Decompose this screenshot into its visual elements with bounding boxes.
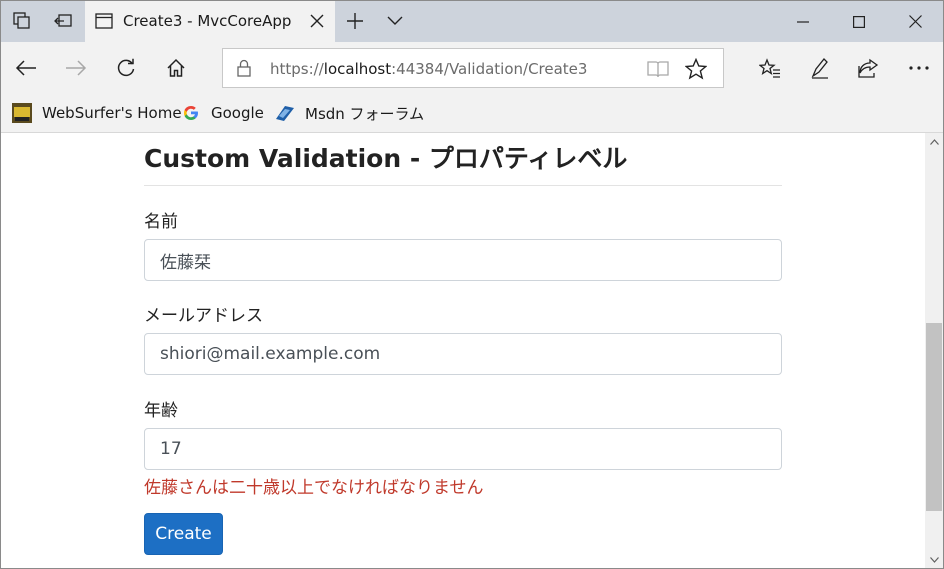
email-label: メールアドレス xyxy=(144,306,263,326)
home-icon[interactable] xyxy=(162,54,190,82)
lock-icon[interactable] xyxy=(235,59,253,77)
scrollbar-thumb[interactable] xyxy=(926,323,942,511)
favorite-msdn[interactable]: Msdn フォーラム xyxy=(275,102,424,124)
divider xyxy=(144,185,782,186)
title-bar: Create3 - MvcCoreApp xyxy=(1,1,943,42)
back-arrow-icon[interactable] xyxy=(12,54,40,82)
reading-view-icon[interactable] xyxy=(647,59,669,79)
set-tabs-aside-icon[interactable] xyxy=(51,9,75,33)
name-label: 名前 xyxy=(144,212,178,232)
websurfer-favicon-icon xyxy=(12,103,32,123)
tab-close-icon[interactable] xyxy=(307,11,327,31)
close-window-button[interactable] xyxy=(887,1,943,42)
vertical-scrollbar[interactable] xyxy=(925,133,943,568)
msdn-favicon-icon xyxy=(275,103,295,123)
name-input[interactable] xyxy=(144,239,782,281)
browser-window: Create3 - MvcCoreApp https://localhost:4… xyxy=(0,0,944,569)
favorite-star-icon[interactable] xyxy=(684,57,708,80)
favorite-google[interactable]: Google xyxy=(181,102,264,124)
url-host: localhost xyxy=(323,60,392,78)
more-menu-icon[interactable] xyxy=(905,54,933,82)
minimize-button[interactable] xyxy=(775,1,831,42)
scroll-down-icon[interactable] xyxy=(925,551,943,568)
share-icon[interactable] xyxy=(854,54,882,82)
age-input[interactable] xyxy=(144,428,782,470)
favorite-label: WebSurfer's Home xyxy=(42,104,182,122)
favorites-hub-icon[interactable] xyxy=(756,54,784,82)
tabs-aside-icon[interactable] xyxy=(10,9,34,33)
forward-arrow-icon[interactable] xyxy=(62,54,90,82)
maximize-button[interactable] xyxy=(831,1,887,42)
scroll-up-icon[interactable] xyxy=(925,133,943,151)
tab-title: Create3 - MvcCoreApp xyxy=(123,12,292,30)
active-tab[interactable]: Create3 - MvcCoreApp xyxy=(85,1,335,42)
email-input[interactable] xyxy=(144,333,782,375)
age-label: 年齢 xyxy=(144,401,178,421)
google-favicon-icon xyxy=(181,103,201,123)
url-scheme: https:// xyxy=(270,60,324,78)
url-text[interactable]: https://localhost:44384/Validation/Creat… xyxy=(270,60,587,78)
address-bar[interactable]: https://localhost:44384/Validation/Creat… xyxy=(222,48,724,88)
favorite-websurfer-home[interactable]: WebSurfer's Home xyxy=(12,102,182,124)
page-content: Custom Validation - プロパティレベル 名前 メールアドレス … xyxy=(1,133,925,568)
favorite-label: Msdn フォーラム xyxy=(305,104,425,123)
refresh-icon[interactable] xyxy=(112,54,140,82)
tab-list-chevron-down-icon[interactable] xyxy=(383,9,407,33)
page-favicon-icon xyxy=(95,13,113,29)
url-path: :44384/Validation/Create3 xyxy=(391,60,588,78)
favorites-bar: WebSurfer's Home Google Msdn フォーラム xyxy=(1,93,943,133)
page-title: Custom Validation - プロパティレベル xyxy=(144,144,628,173)
navigation-bar: https://localhost:44384/Validation/Creat… xyxy=(1,42,943,93)
web-notes-pen-icon[interactable] xyxy=(806,54,834,82)
favorite-label: Google xyxy=(211,104,264,122)
create-button[interactable]: Create xyxy=(144,513,223,555)
new-tab-icon[interactable] xyxy=(343,9,367,33)
age-validation-error: 佐藤さんは二十歳以上でなければなりません xyxy=(144,478,484,498)
